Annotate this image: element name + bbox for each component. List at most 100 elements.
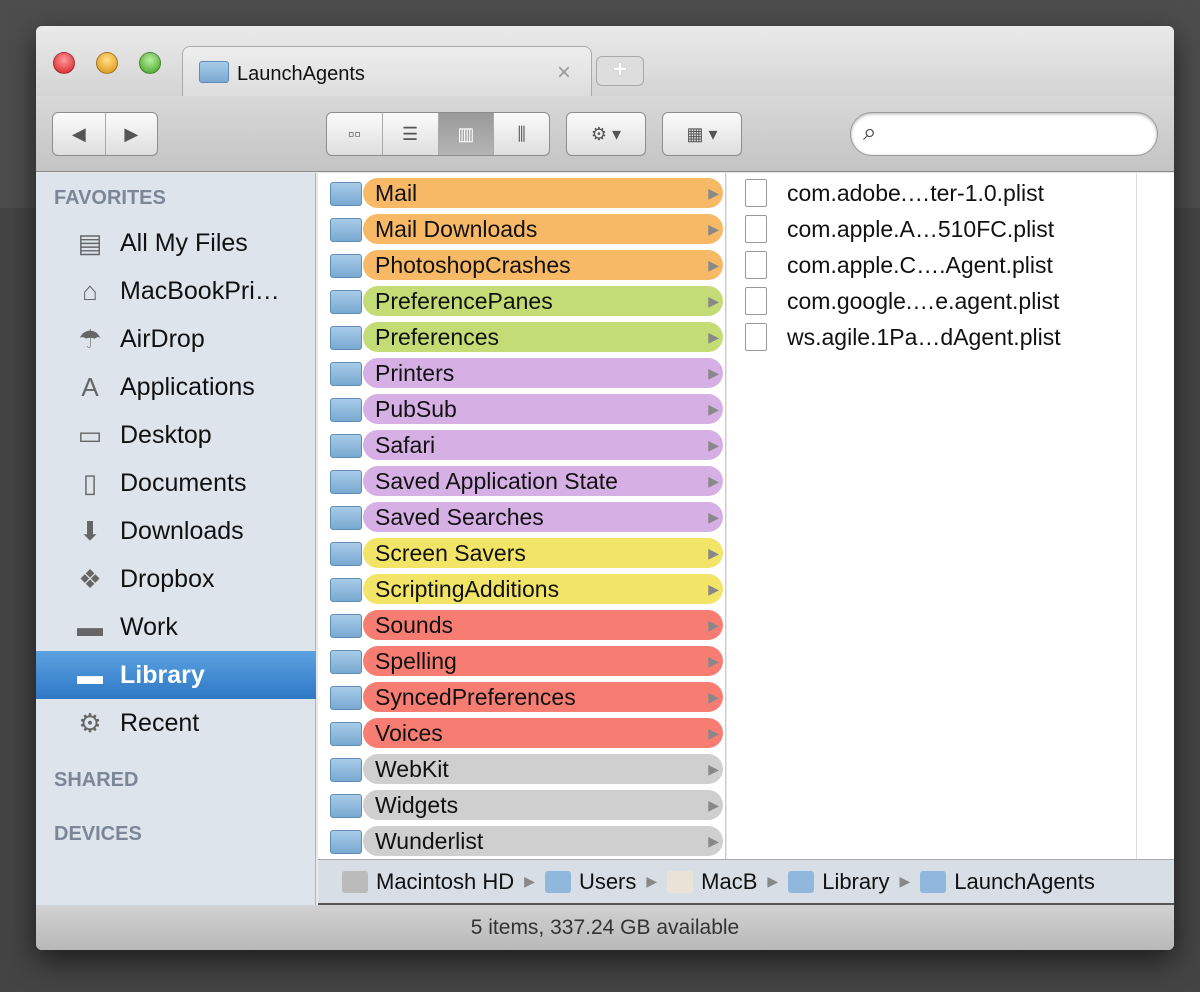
folder-row[interactable]: Printers ▶	[318, 355, 726, 391]
path-label: Macintosh HD	[376, 868, 515, 894]
folder-icon: ▬	[77, 611, 103, 642]
home-icon	[667, 870, 694, 893]
close-tab-icon[interactable]: ×	[557, 59, 571, 87]
users-folder-icon	[544, 870, 571, 893]
finder-window: LaunchAgents × + ◀ ▶ ▫▫ ☰ ▥ ⫼ ⚙ ▾ ▦ ▾ ⌕ FAVO…	[36, 26, 1174, 950]
path-item[interactable]: LaunchAgents	[920, 869, 1095, 895]
path-label: Library	[822, 868, 890, 894]
chevron-right-icon: ▶	[708, 833, 719, 849]
folder-row[interactable]: SyncedPreferences ▶	[318, 679, 726, 715]
folder-label-pill: Saved Searches ▶	[363, 502, 723, 532]
folder-name: Preferences	[375, 324, 500, 350]
sidebar: FAVORITES SHARED DEVICES ▤ All My Files ⌂ M…	[36, 173, 316, 894]
action-menu-button[interactable]: ⚙ ▾	[566, 112, 646, 156]
sidebar-item-work[interactable]: ▬ Work	[36, 603, 316, 651]
folder-row[interactable]: Spelling ▶	[318, 643, 726, 679]
folder-label-pill: SyncedPreferences ▶	[363, 682, 723, 712]
chevron-right-icon: ▶	[708, 689, 719, 705]
library-folder-icon	[788, 870, 815, 893]
folder-label-pill: Sounds ▶	[363, 610, 723, 640]
folder-name: Safari	[375, 432, 436, 458]
path-item[interactable]: Macintosh HD	[342, 869, 514, 895]
folder-row[interactable]: Widgets ▶	[318, 787, 726, 823]
zoom-window-button[interactable]	[139, 52, 161, 74]
folder-name: SyncedPreferences	[375, 684, 576, 710]
folder-name: Mail Downloads	[375, 216, 538, 242]
folder-name: Spelling	[375, 648, 457, 674]
sidebar-item-library[interactable]: ▬ Library	[36, 651, 316, 699]
sidebar-item-label: Work	[120, 612, 178, 641]
file-name: ws.agile.1Pa…dAgent.plist	[787, 323, 1061, 350]
folder-row[interactable]: Screen Savers ▶	[318, 535, 726, 571]
folder-row[interactable]: Safari ▶	[318, 427, 726, 463]
gear-icon: ⚙	[78, 707, 102, 738]
all-files-icon: ▤	[77, 227, 103, 258]
folder-row[interactable]: Voices ▶	[318, 715, 726, 751]
chevron-right-icon: ▶	[708, 365, 719, 381]
coverflow-view-button[interactable]: ⫼	[494, 113, 549, 155]
path-item[interactable]: Library	[788, 869, 889, 895]
path-item[interactable]: MacB	[667, 869, 757, 895]
file-row[interactable]: com.adobe.…ter-1.0.plist	[727, 175, 1137, 211]
airdrop-icon: ☂	[78, 323, 102, 354]
folder-icon	[330, 722, 362, 746]
folder-icon	[330, 614, 362, 638]
list-view-button[interactable]: ☰	[383, 113, 439, 155]
search-field[interactable]: ⌕	[850, 112, 1158, 156]
folder-row[interactable]: PreferencePanes ▶	[318, 283, 726, 319]
sidebar-item-documents[interactable]: ▯ Documents	[36, 459, 316, 507]
tab-launchagents[interactable]: LaunchAgents ×	[182, 46, 592, 98]
sidebar-item-all-my-files[interactable]: ▤ All My Files	[36, 219, 316, 267]
folder-label-pill: Widgets ▶	[363, 790, 723, 820]
sidebar-item-downloads[interactable]: ⬇ Downloads	[36, 507, 316, 555]
folder-label-pill: Screen Savers ▶	[363, 538, 723, 568]
sidebar-item-airdrop[interactable]: ☂ AirDrop	[36, 315, 316, 363]
column-view-button[interactable]: ▥	[438, 113, 495, 155]
folder-icon	[330, 326, 362, 350]
path-label: MacB	[701, 868, 758, 894]
folder-name: Sounds	[375, 612, 454, 638]
folder-row[interactable]: PubSub ▶	[318, 391, 726, 427]
folder-icon	[330, 542, 362, 566]
folder-row[interactable]: Sounds ▶	[318, 607, 726, 643]
search-input[interactable]	[895, 123, 1145, 144]
sidebar-item-macbookpri-[interactable]: ⌂ MacBookPri…	[36, 267, 316, 315]
sidebar-item-recent[interactable]: ⚙ Recent	[36, 699, 316, 747]
chevron-right-icon: ▶	[708, 329, 719, 345]
folder-row[interactable]: Saved Application State ▶	[318, 463, 726, 499]
path-separator-icon: ▶	[646, 873, 658, 889]
forward-button[interactable]: ▶	[106, 113, 158, 155]
file-row[interactable]: com.apple.A…510FC.plist	[727, 211, 1137, 247]
path-separator-icon: ▶	[767, 873, 779, 889]
folder-row[interactable]: Mail ▶	[318, 175, 726, 211]
minimize-window-button[interactable]	[96, 52, 118, 74]
folder-icon	[330, 578, 362, 602]
path-item[interactable]: Users	[544, 869, 636, 895]
folder-label-pill: PreferencePanes ▶	[363, 286, 723, 316]
folder-name: WebKit	[375, 756, 449, 782]
file-row[interactable]: com.apple.C….Agent.plist	[727, 247, 1137, 283]
chevron-right-icon: ▶	[708, 401, 719, 417]
file-row[interactable]: com.google.…e.agent.plist	[727, 283, 1137, 319]
folder-row[interactable]: Preferences ▶	[318, 319, 726, 355]
close-window-button[interactable]	[53, 52, 75, 74]
icon-view-button[interactable]: ▫▫	[327, 113, 383, 155]
folder-row[interactable]: Saved Searches ▶	[318, 499, 726, 535]
folder-row[interactable]: Mail Downloads ▶	[318, 211, 726, 247]
folder-label-pill: Printers ▶	[363, 358, 723, 388]
folder-icon	[330, 254, 362, 278]
file-row[interactable]: ws.agile.1Pa…dAgent.plist	[727, 319, 1137, 355]
new-tab-button[interactable]: +	[596, 56, 644, 86]
back-button[interactable]: ◀	[53, 113, 106, 155]
sidebar-item-applications[interactable]: A Applications	[36, 363, 316, 411]
folder-row[interactable]: ScriptingAdditions ▶	[318, 571, 726, 607]
folder-row[interactable]: Wunderlist ▶	[318, 823, 726, 859]
document-icon	[745, 215, 767, 243]
folder-name: PreferencePanes	[375, 288, 553, 314]
folder-icon: ▬	[77, 659, 103, 690]
arrange-menu-button[interactable]: ▦ ▾	[662, 112, 742, 156]
folder-row[interactable]: WebKit ▶	[318, 751, 726, 787]
sidebar-item-desktop[interactable]: ▭ Desktop	[36, 411, 316, 459]
sidebar-item-dropbox[interactable]: ❖ Dropbox	[36, 555, 316, 603]
folder-row[interactable]: PhotoshopCrashes ▶	[318, 247, 726, 283]
